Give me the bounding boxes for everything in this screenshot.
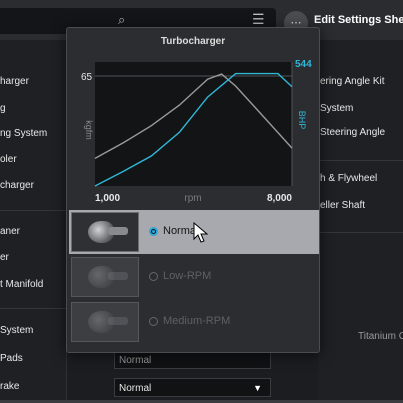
power-torque-chart: 65 544 kgfm BHP 1,000 rpm 8,000 [81, 59, 312, 204]
right-settings-column [318, 40, 403, 403]
settings-item[interactable]: t Manifold [0, 279, 43, 290]
divider [0, 308, 66, 309]
settings-item[interactable]: eller Shaft [320, 200, 365, 211]
left-settings-column [0, 40, 67, 403]
mouse-cursor-icon [193, 222, 209, 243]
x-tick-min: 1,000 [95, 193, 120, 204]
settings-item[interactable]: er [0, 252, 9, 263]
settings-item[interactable]: g [0, 103, 6, 114]
chart-plot-area [95, 62, 292, 186]
settings-item[interactable]: aner [0, 226, 20, 237]
radio-medium-rpm[interactable] [149, 317, 158, 326]
turbo-thumbnail [71, 257, 139, 297]
right-axis-tick: 544 [295, 59, 312, 70]
list-icon[interactable]: ☰ [252, 11, 265, 28]
option-label: Low-RPM [163, 270, 212, 282]
left-axis-tick: 65 [81, 72, 93, 83]
option-row-low-rpm[interactable]: Low-RPM [69, 255, 319, 299]
turbo-thumbnail [71, 212, 139, 252]
settings-item[interactable]: ng System [0, 128, 47, 139]
right-axis-label: BHP [297, 111, 307, 130]
settings-item[interactable]: System [320, 103, 353, 114]
settings-item[interactable]: Pads [0, 353, 23, 364]
radio-low-rpm[interactable] [149, 272, 158, 281]
settings-item[interactable]: System [0, 325, 33, 336]
brake-select[interactable]: Normal ▼ [114, 378, 271, 397]
chevron-down-icon: ▼ [253, 383, 262, 393]
left-axis-label: kgfm [84, 120, 94, 140]
x-axis-label: rpm [184, 193, 201, 204]
settings-item[interactable]: harger [0, 76, 29, 87]
settings-item[interactable]: h & Flywheel [320, 173, 377, 184]
settings-item: Titanium C [358, 331, 403, 342]
divider [318, 232, 403, 233]
radio-normal[interactable] [149, 227, 158, 236]
settings-item[interactable]: charger [0, 180, 34, 191]
turbo-thumbnail [71, 302, 139, 342]
option-row-medium-rpm[interactable]: Medium-RPM [69, 300, 319, 344]
settings-item[interactable]: rake [0, 381, 19, 392]
option-label: Medium-RPM [163, 315, 231, 327]
settings-item[interactable]: oler [0, 154, 17, 165]
window-title: Edit Settings Sheet [314, 14, 403, 26]
divider [0, 210, 66, 211]
search-icon[interactable]: ⌕ [118, 12, 125, 28]
x-tick-max: 8,000 [267, 193, 292, 204]
turbocharger-popup: Turbocharger 65 544 kgfm BHP 1,000 rpm 8… [66, 27, 320, 353]
settings-item[interactable]: ering Angle Kit [320, 76, 385, 87]
settings-item[interactable]: Steering Angle [320, 127, 385, 138]
divider [318, 160, 403, 161]
brake-select-value: Normal [119, 383, 152, 394]
